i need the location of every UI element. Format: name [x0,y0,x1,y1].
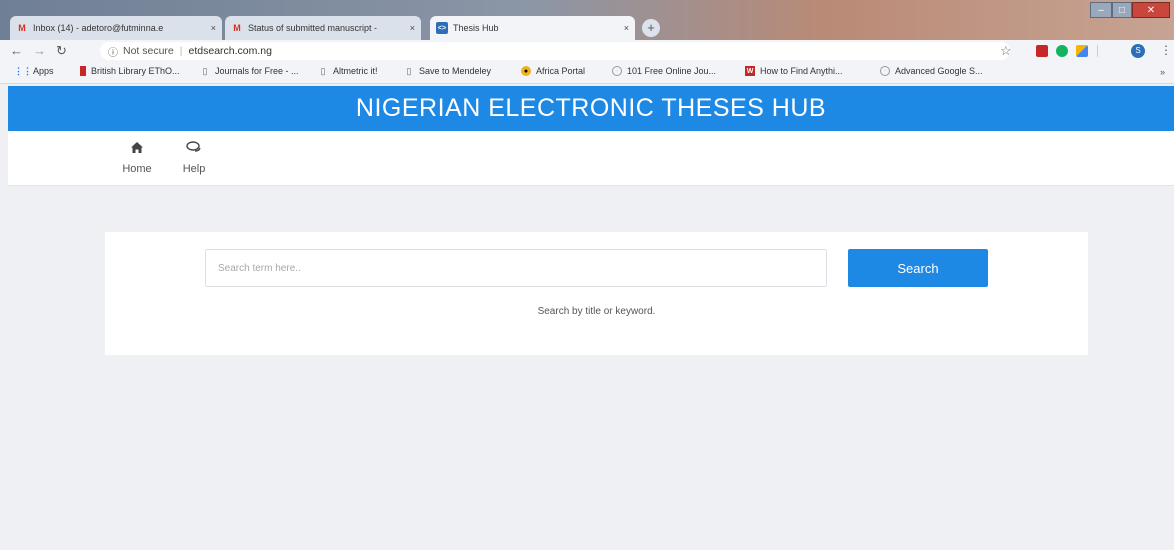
globe-icon: · [880,66,890,76]
page-icon: ▯ [320,65,326,76]
address-bar[interactable]: ⓘ Not secure | etdsearch.com.ng [100,42,1010,60]
security-status: Not secure [123,45,174,57]
tab-inbox[interactable]: M Inbox (14) - adetoro@futminna.e × [10,16,222,40]
bookmark-item[interactable]: W How to Find Anythi... [745,66,843,76]
bookmark-item[interactable]: ● Africa Portal [521,66,585,76]
bookmark-item[interactable]: · Advanced Google S... [880,66,983,76]
page-icon: ▯ [406,65,412,76]
nav-home-label: Home [122,163,152,175]
search-button[interactable]: Search [848,249,988,287]
bookmark-item[interactable]: British Library EThO... [80,66,180,76]
nav-help-label: Help [182,163,206,175]
extension-icon[interactable] [1056,45,1068,57]
more-menu-icon[interactable]: ⋮ [1160,43,1172,57]
apps-grid-icon: ⋮⋮ [14,65,32,76]
search-input[interactable] [205,249,827,287]
bookmark-icon [80,66,86,76]
bookmark-item[interactable]: ▯ Save to Mendeley [404,65,492,77]
close-window-button[interactable]: ✕ [1132,2,1170,18]
tab-close-icon[interactable]: × [624,23,629,33]
bookmark-apps[interactable]: ⋮⋮ Apps [14,65,54,77]
w-icon: W [745,66,755,76]
bookmark-item[interactable]: ▯ Journals for Free - ... [200,65,299,77]
site-nav: Home Help [8,131,1174,186]
toolbar-divider [1097,45,1098,57]
tab-close-icon[interactable]: × [211,23,216,33]
forward-arrow-icon[interactable]: → [33,43,46,59]
bookmark-label: Apps [33,66,54,76]
bookmark-label: British Library EThO... [91,66,180,76]
tab-title: Status of submitted manuscript - [248,23,378,33]
nav-home[interactable]: Home [117,141,157,175]
address-separator: | [179,45,183,57]
thesis-hub-favicon: <> [436,22,448,34]
tab-title: Inbox (14) - adetoro@futminna.e [33,23,164,33]
new-tab-button[interactable]: + [642,19,660,37]
browser-toolbar: ← → ↻ ⓘ Not secure | etdsearch.com.ng ☆ … [0,40,1174,62]
profile-avatar[interactable]: S [1131,44,1145,58]
nav-help[interactable]: Help [174,141,214,175]
bookmark-label: Altmetric it! [333,66,378,76]
tab-thesis-hub[interactable]: <> Thesis Hub × [430,16,635,40]
bookmark-label: Advanced Google S... [895,66,983,76]
bookmark-item[interactable]: ▯ Altmetric it! [318,65,378,77]
maximize-window-button[interactable]: □ [1112,2,1132,18]
bookmark-label: 101 Free Online Jou... [627,66,717,76]
extension-icon[interactable] [1036,45,1048,57]
tab-title: Thesis Hub [453,23,499,33]
info-icon[interactable]: ⓘ [108,44,118,59]
browser-tab-strip: M Inbox (14) - adetoro@futminna.e × M St… [0,0,1174,40]
gmail-icon: M [18,23,26,33]
tab-manuscript-status[interactable]: M Status of submitted manuscript - × [225,16,421,40]
search-hint: Search by title or keyword. [537,306,656,317]
tab-close-icon[interactable]: × [410,23,415,33]
bookmark-label: Africa Portal [536,66,586,76]
bookmarks-overflow-button[interactable]: » [1160,67,1165,77]
home-icon [117,141,157,159]
url-text: etdsearch.com.ng [188,45,272,57]
globe-icon: · [612,66,622,76]
bookmark-label: Journals for Free - ... [215,66,299,76]
bookmark-item[interactable]: · 101 Free Online Jou... [612,66,716,76]
bookmarks-bar: ⋮⋮ Apps British Library EThO... ▯ Journa… [0,62,1174,84]
reload-icon[interactable]: ↻ [56,43,67,59]
back-arrow-icon[interactable]: ← [10,43,23,59]
bookmark-label: Save to Mendeley [419,66,492,76]
page-icon: ▯ [202,65,208,76]
chat-bubbles-icon [174,141,214,159]
minimize-window-button[interactable]: – [1090,2,1112,18]
site-header: NIGERIAN ELECTRONIC THESES HUB [8,86,1174,131]
site-title: NIGERIAN ELECTRONIC THESES HUB [355,94,827,122]
gmail-icon: M [233,23,241,33]
search-card: Search Search by title or keyword. [105,232,1088,355]
africa-portal-icon: ● [521,66,531,76]
bookmark-star-icon[interactable]: ☆ [1000,43,1012,59]
extension-icon[interactable] [1076,45,1088,57]
bookmark-label: How to Find Anythi... [760,66,843,76]
